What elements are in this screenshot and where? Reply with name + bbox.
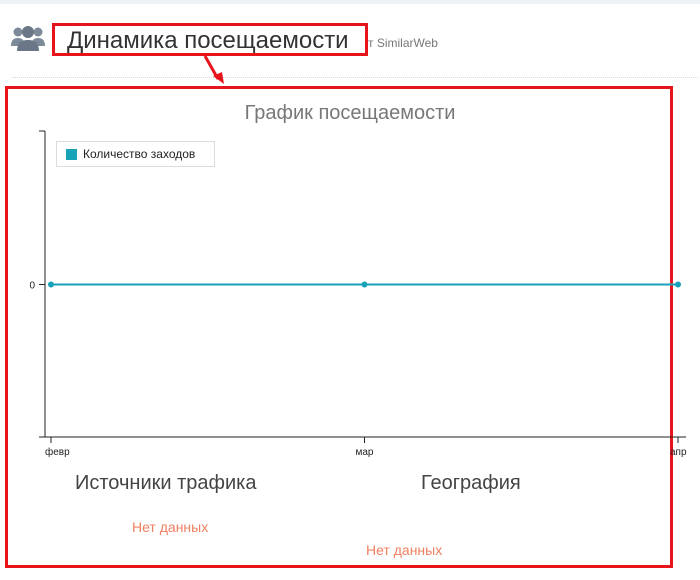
y-tick-label-0: 0 <box>29 281 35 292</box>
geography-no-data: Нет данных <box>366 542 443 558</box>
x-tick-label: апр <box>670 447 687 458</box>
legend-label: Количество заходов <box>83 147 196 161</box>
x-tick-label: февр <box>45 446 70 458</box>
legend-swatch <box>66 149 77 160</box>
data-point <box>48 281 54 288</box>
data-point <box>361 281 368 288</box>
traffic-sources-no-data: Нет данных <box>132 519 209 535</box>
x-tick-label: мар <box>356 447 374 458</box>
chart-legend[interactable]: Количество заходов <box>56 141 215 167</box>
geography-title: География <box>421 472 521 494</box>
traffic-sources-title: Источники трафика <box>75 472 257 494</box>
data-point <box>675 281 681 288</box>
